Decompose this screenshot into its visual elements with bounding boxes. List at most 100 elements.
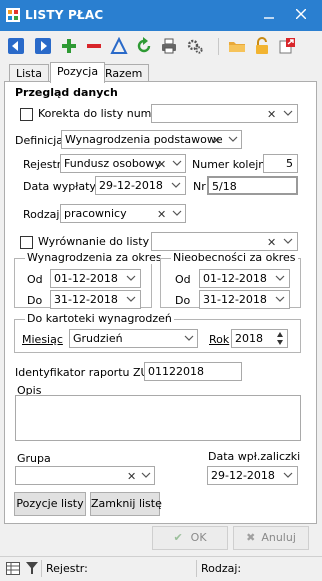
grid-icon[interactable] bbox=[6, 562, 20, 575]
minus-icon[interactable] bbox=[85, 37, 103, 55]
zaliczka-picker[interactable]: 29-12-2018 bbox=[207, 466, 298, 485]
miesiac-label: Miesiąc bbox=[22, 333, 63, 346]
chevron-down-icon[interactable] bbox=[126, 273, 136, 283]
triangle-icon[interactable] bbox=[110, 37, 128, 55]
folder-icon[interactable] bbox=[228, 37, 246, 55]
minimize-icon bbox=[264, 17, 274, 19]
arrow-left-icon[interactable] bbox=[7, 37, 25, 55]
minimize-button[interactable] bbox=[256, 4, 282, 26]
grupa-combo[interactable]: ✕ bbox=[15, 466, 155, 485]
status-rejestr-label: Rejestr: bbox=[46, 562, 88, 575]
zamknij-liste-button[interactable]: Zamknij listę bbox=[90, 492, 162, 516]
nr-label: Nr bbox=[193, 180, 206, 193]
definicja-value: Wynagrodzenia podstawowe bbox=[65, 133, 223, 146]
clear-icon[interactable]: ✕ bbox=[157, 156, 166, 172]
zaliczka-label: Data wpł.zaliczki bbox=[208, 450, 301, 463]
definicja-combo[interactable]: Wynagrodzenia podstawowe ✕ bbox=[61, 130, 242, 149]
title-bar: LISTY PŁAC bbox=[0, 0, 322, 31]
korekta-label: Korekta do listy numer bbox=[38, 107, 163, 120]
stepper-arrows-icon[interactable] bbox=[276, 331, 284, 346]
toolbar bbox=[0, 31, 322, 61]
chevron-down-icon[interactable] bbox=[184, 333, 194, 343]
numer-kolejny-label: Numer kolejny bbox=[192, 158, 272, 171]
clear-icon[interactable]: ✕ bbox=[267, 234, 276, 250]
wynagrodzenia-do-picker[interactable]: 31-12-2018 bbox=[50, 290, 141, 309]
wynagrodzenia-okres-group: Wynagrodzenia za okres Od 01-12-2018 Do … bbox=[14, 251, 164, 309]
chevron-down-icon[interactable] bbox=[126, 294, 136, 304]
clear-icon[interactable]: ✕ bbox=[212, 132, 221, 148]
nieobecnosci-od-value: 01-12-2018 bbox=[203, 272, 267, 285]
wyrownanie-combo[interactable]: ✕ bbox=[151, 232, 298, 251]
clear-icon[interactable]: ✕ bbox=[267, 106, 276, 122]
nieobecnosci-okres-title: Nieobecności za okres bbox=[171, 251, 298, 264]
zus-input[interactable]: 01122018 bbox=[144, 362, 242, 381]
rodzaj-combo[interactable]: pracownicy ✕ bbox=[60, 204, 186, 223]
window: LISTY PŁAC Lista Pozycja Razem Przegląd … bbox=[0, 0, 322, 581]
clear-icon[interactable]: ✕ bbox=[157, 206, 166, 222]
numer-kolejny-input[interactable]: 5 bbox=[263, 154, 298, 173]
miesiac-combo[interactable]: Grudzień bbox=[69, 329, 198, 348]
nieobecnosci-do-value: 31-12-2018 bbox=[203, 293, 267, 306]
gears-icon[interactable] bbox=[186, 37, 204, 55]
clear-icon[interactable]: ✕ bbox=[127, 468, 136, 484]
close-button[interactable] bbox=[288, 4, 314, 26]
nieobecnosci-od-picker[interactable]: 01-12-2018 bbox=[199, 269, 290, 288]
ok-label: OK bbox=[190, 531, 207, 544]
status-separator bbox=[41, 560, 42, 577]
check-icon: ✔ bbox=[173, 531, 183, 544]
korekta-combo[interactable]: ✕ bbox=[151, 104, 298, 123]
pozycje-listy-button[interactable]: Pozycje listy bbox=[14, 492, 86, 516]
ok-button[interactable]: ✔ OK bbox=[152, 526, 228, 550]
plus-icon[interactable] bbox=[60, 37, 78, 55]
zaliczka-value: 29-12-2018 bbox=[211, 469, 275, 482]
refresh-icon[interactable] bbox=[135, 37, 153, 55]
status-bar: Rejestr: Rodzaj: bbox=[0, 556, 322, 581]
tab-pozycja[interactable]: Pozycja bbox=[50, 62, 106, 83]
kartoteki-title: Do kartoteki wynagrodzeń bbox=[25, 312, 174, 325]
arrow-right-icon[interactable] bbox=[34, 37, 52, 55]
filter-icon[interactable] bbox=[26, 562, 38, 575]
window-title: LISTY PŁAC bbox=[25, 8, 104, 22]
nieobecnosci-do-picker[interactable]: 31-12-2018 bbox=[199, 290, 290, 309]
wynagrodzenia-od-label: Od bbox=[27, 273, 43, 286]
wynagrodzenia-do-label: Do bbox=[27, 294, 43, 307]
korekta-checkbox[interactable] bbox=[20, 108, 33, 121]
status-rodzaj-label: Rodzaj: bbox=[201, 562, 242, 575]
chevron-down-icon[interactable] bbox=[141, 470, 151, 480]
nieobecnosci-okres-group: Nieobecności za okres Od 01-12-2018 Do 3… bbox=[160, 251, 301, 309]
nieobecnosci-od-label: Od bbox=[175, 273, 191, 286]
printer-icon[interactable] bbox=[160, 37, 178, 55]
chevron-down-icon[interactable] bbox=[283, 470, 293, 480]
wynagrodzenia-od-value: 01-12-2018 bbox=[54, 272, 118, 285]
rejestr-value: Fundusz osobowy bbox=[64, 157, 162, 170]
wyrownanie-label: Wyrównanie do listy nr bbox=[38, 235, 165, 248]
section-title: Przegląd danych bbox=[15, 86, 118, 99]
grupa-label: Grupa bbox=[17, 452, 51, 465]
cross-icon: ✖ bbox=[246, 531, 256, 544]
chevron-down-icon[interactable] bbox=[275, 294, 285, 304]
rejestr-combo[interactable]: Fundusz osobowy ✕ bbox=[60, 154, 186, 173]
nr-input[interactable]: 5/18 bbox=[207, 176, 298, 195]
status-separator bbox=[196, 560, 197, 577]
data-wyplaty-value: 29-12-2018 bbox=[99, 179, 163, 192]
chevron-down-icon[interactable] bbox=[228, 134, 238, 144]
chevron-down-icon[interactable] bbox=[275, 273, 285, 283]
chevron-down-icon[interactable] bbox=[283, 236, 293, 246]
chevron-down-icon[interactable] bbox=[172, 208, 182, 218]
data-wyplaty-picker[interactable]: 29-12-2018 bbox=[95, 176, 186, 195]
rodzaj-value: pracownicy bbox=[64, 207, 127, 220]
wyrownanie-checkbox[interactable] bbox=[20, 236, 33, 249]
rok-stepper[interactable]: 2018 bbox=[231, 329, 288, 348]
opis-textarea[interactable] bbox=[15, 395, 301, 441]
chevron-down-icon[interactable] bbox=[283, 108, 293, 118]
rok-value: 2018 bbox=[235, 332, 263, 345]
wynagrodzenia-od-picker[interactable]: 01-12-2018 bbox=[50, 269, 141, 288]
lock-icon[interactable] bbox=[253, 37, 271, 55]
export-icon[interactable] bbox=[278, 37, 296, 55]
chevron-down-icon[interactable] bbox=[172, 158, 182, 168]
chevron-down-icon[interactable] bbox=[171, 180, 181, 190]
rok-label: Rok bbox=[209, 333, 230, 346]
rodzaj-label: Rodzaj bbox=[23, 208, 60, 221]
main-panel: Przegląd danych Korekta do listy numer ✕… bbox=[4, 81, 317, 524]
anuluj-button[interactable]: ✖ Anuluj bbox=[233, 526, 309, 550]
